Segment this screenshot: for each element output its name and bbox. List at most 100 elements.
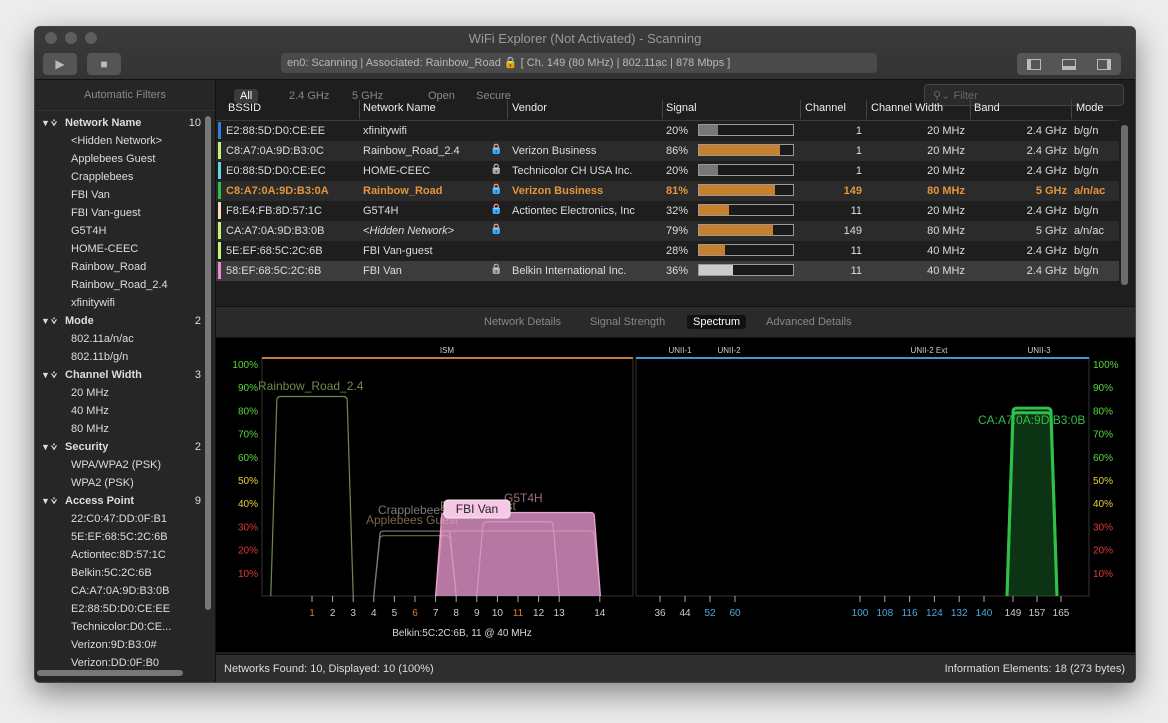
column-channel[interactable]: Channel	[805, 102, 846, 114]
filter-group-channel-width[interactable]: ▼⩒ Channel Width 3	[35, 366, 203, 384]
filter-item[interactable]: FBI Van	[35, 186, 203, 204]
table-row[interactable]: CA:A7:0A:9D:B3:0B <Hidden Network> 🔒 79% 149…	[216, 221, 1119, 241]
filter-item[interactable]: Actiontec:8D:57:1C	[35, 546, 203, 564]
channel-width-cell: 20 MHz	[927, 205, 965, 217]
x-tick-label: 165	[1053, 608, 1070, 619]
bssid-cell: E0:88:5D:D0:CE:EC	[226, 165, 326, 177]
table-row[interactable]: 5E:EF:68:5C:2C:6B FBI Van-guest 28% 11 40 MH…	[216, 241, 1119, 261]
x-tick-label: 14	[594, 608, 606, 619]
network-name-cell: HOME-CEEC	[363, 165, 431, 177]
filter-item[interactable]: Belkin:5C:2C:6B	[35, 564, 203, 582]
filter-group-mode[interactable]: ▼⩒ Mode 2	[35, 312, 203, 330]
filter-item[interactable]: 80 MHz	[35, 420, 203, 438]
table-row[interactable]: C8:A7:0A:9D:B3:0C Rainbow_Road_2.4 🔒 Verizo…	[216, 141, 1119, 161]
table-vertical-scrollbar[interactable]	[1121, 125, 1128, 285]
filter-item[interactable]: Rainbow_Road_2.4	[35, 276, 203, 294]
filter-group-security[interactable]: ▼⩒ Security 2	[35, 438, 203, 456]
information-elements-text: Information Elements: 18 (273 bytes)	[944, 663, 1125, 675]
play-icon: ▶	[55, 57, 65, 71]
filter-list: ▼⩒ Network Name 10 <Hidden Network> Applebee…	[35, 114, 203, 672]
filter-item[interactable]: Rainbow_Road	[35, 258, 203, 276]
unii-3-band-label: UNII-3	[1027, 346, 1051, 355]
column-network-name[interactable]: Network Name	[363, 102, 436, 114]
filter-item[interactable]: 5E:EF:68:5C:2C:6B	[35, 528, 203, 546]
y-tick-right: 40%	[1093, 499, 1113, 510]
toggle-bottom-pane-button[interactable]	[1052, 53, 1087, 75]
column-band[interactable]: Band	[974, 102, 1000, 114]
y-tick-right: 100%	[1093, 360, 1119, 371]
table-row[interactable]: C8:A7:0A:9D:B3:0A Rainbow_Road 🔒 Verizon Bu…	[216, 181, 1119, 201]
mode-cell: b/g/n	[1074, 205, 1099, 217]
network-color-swatch	[218, 182, 221, 199]
x-tick-label: 132	[951, 608, 968, 619]
spectrum-curve-rainbow-road-2-4	[270, 395, 354, 597]
table-row[interactable]: F8:E4:FB:8D:57:1C G5T4H 🔒 Actiontec Electro…	[216, 201, 1119, 221]
x-tick-label: 157	[1029, 608, 1046, 619]
y-tick-left: 10%	[238, 569, 258, 580]
filter-item[interactable]: Crapplebees	[35, 168, 203, 186]
disclosure-triangle-icon[interactable]: ▼	[41, 114, 51, 132]
disclosure-triangle-icon[interactable]: ▼	[41, 312, 51, 330]
tab-spectrum[interactable]: Spectrum	[687, 315, 747, 329]
filter-item[interactable]: FBI Van-guest	[35, 204, 203, 222]
column-vendor[interactable]: Vendor	[512, 102, 547, 114]
filter-group-network-name[interactable]: ▼⩒ Network Name 10	[35, 114, 203, 132]
signal-percent-cell: 20%	[666, 165, 689, 177]
sidebar-horizontal-scrollbar[interactable]	[37, 670, 183, 676]
play-button[interactable]: ▶	[43, 53, 77, 75]
filter-item[interactable]: CA:A7:0A:9D:B3:0B	[35, 582, 203, 600]
x-tick-label: 11	[513, 608, 524, 619]
column-bssid[interactable]: BSSID	[228, 102, 261, 114]
signal-bar-fill	[699, 185, 776, 195]
filter-item[interactable]: Verizon:9D:B3:0#	[35, 636, 203, 654]
signal-bar	[698, 164, 794, 176]
filter-item[interactable]: 802.11a/n/ac	[35, 330, 203, 348]
filter-item[interactable]: WPA/WPA2 (PSK)	[35, 456, 203, 474]
table-row[interactable]: E0:88:5D:D0:CE:EC HOME-CEEC 🔒 Technicolor C…	[216, 161, 1119, 181]
column-signal[interactable]: Signal	[666, 102, 697, 114]
sidebar-scrollbar[interactable]	[205, 116, 211, 610]
filter-item[interactable]: 802.11b/g/n	[35, 348, 203, 366]
filter-group-count: 10	[188, 117, 201, 129]
toggle-right-pane-button[interactable]	[1086, 53, 1121, 75]
tab-advanced-details[interactable]: Advanced Details	[766, 316, 852, 328]
filter-item[interactable]: 20 MHz	[35, 384, 203, 402]
filter-item[interactable]: HOME-CEEC	[35, 240, 203, 258]
table-row[interactable]: 58:EF:68:5C:2C:6B FBI Van 🔒 Belkin Internat…	[216, 261, 1119, 281]
band-cell: 2.4 GHz	[1026, 145, 1067, 157]
channel-width-cell: 80 MHz	[927, 185, 965, 197]
filter-item[interactable]: Technicolor:D0:CE...	[35, 618, 203, 636]
vendor-cell: Verizon Business	[512, 145, 597, 157]
filter-group-count: 9	[194, 495, 201, 507]
filter-item[interactable]: 40 MHz	[35, 402, 203, 420]
channel-cell: 1	[855, 165, 862, 177]
x-tick-label: 52	[704, 608, 716, 619]
toggle-sidebar-button[interactable]	[1017, 53, 1052, 75]
filter-item[interactable]: xfinitywifi	[35, 294, 203, 312]
table-row[interactable]: E2:88:5D:D0:CE:EE xfinitywifi 20% 1 20 MHz 2.…	[216, 121, 1119, 141]
mode-cell: a/n/ac	[1074, 225, 1104, 237]
filter-item[interactable]: 22:C0:47:DD:0F:B1	[35, 510, 203, 528]
filter-item[interactable]: Applebees Guest	[35, 150, 203, 168]
filter-item[interactable]: WPA2 (PSK)	[35, 474, 203, 492]
disclosure-triangle-icon[interactable]: ▼	[41, 438, 51, 456]
disclosure-triangle-icon[interactable]: ▼	[41, 366, 51, 384]
band-cell: 5 GHz	[1035, 185, 1067, 197]
channel-width-cell: 80 MHz	[927, 225, 965, 237]
filters-sidebar: Automatic Filters ▼⩒ Network Name 10 <Hidde…	[35, 80, 216, 682]
filter-item[interactable]: E2:88:5D:D0:CE:EE	[35, 600, 203, 618]
signal-percent-cell: 79%	[666, 225, 689, 237]
stop-button[interactable]: ■	[87, 53, 121, 75]
filter-group-access-point[interactable]: ▼⩒ Access Point 9	[35, 492, 203, 510]
disclosure-triangle-icon[interactable]: ▼	[41, 492, 51, 510]
spectrum-label: CA:A7:0A:9D:B3:0B	[978, 413, 1085, 427]
tab-signal-strength[interactable]: Signal Strength	[590, 316, 665, 328]
network-name-cell: FBI Van	[363, 265, 402, 277]
column-mode[interactable]: Mode	[1076, 102, 1104, 114]
filter-item[interactable]: <Hidden Network>	[35, 132, 203, 150]
filter-item[interactable]: G5T4H	[35, 222, 203, 240]
filter-group-label: Security	[65, 441, 109, 453]
column-channel-width[interactable]: Channel Width	[871, 102, 943, 114]
tab-network-details[interactable]: Network Details	[484, 316, 561, 328]
signal-bar-fill	[699, 205, 730, 215]
